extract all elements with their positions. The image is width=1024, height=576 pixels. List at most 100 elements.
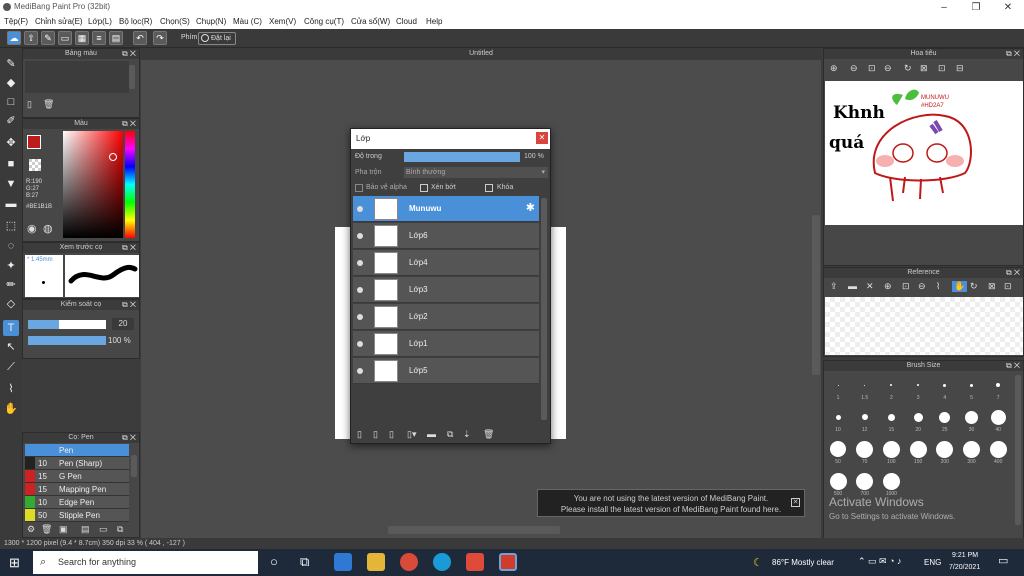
weather-text[interactable]: 86°F Mostly clear (772, 558, 834, 567)
menu-select[interactable]: Chọn(S) (160, 17, 190, 26)
layer-row[interactable]: Lớp6 (353, 223, 539, 249)
zalo-icon[interactable] (466, 553, 484, 571)
text-tool-icon[interactable]: T (3, 320, 19, 336)
layer-list-scrollbar[interactable] (541, 198, 547, 420)
palette-scrollbar[interactable] (129, 65, 135, 89)
layer-row[interactable]: Lớp5 (353, 358, 539, 384)
menu-cloud[interactable]: Cloud (396, 17, 417, 26)
brush-size-dot[interactable] (963, 440, 980, 458)
visibility-icon[interactable] (357, 233, 363, 239)
flip-icon[interactable]: ⊠ (920, 63, 928, 74)
brush-tool-icon[interactable]: ✎ (3, 56, 19, 72)
bucket-tool-icon[interactable]: ▼ (3, 176, 19, 192)
brush-size-dot[interactable] (856, 440, 874, 458)
reset-view-icon[interactable]: ⊡ (938, 63, 946, 74)
screen-icon[interactable]: ▭ (58, 31, 72, 45)
visibility-icon[interactable] (357, 287, 363, 293)
color-sv-picker[interactable] (63, 131, 123, 238)
medibang-taskbar-icon[interactable] (499, 553, 517, 571)
menu-window[interactable]: Cửa sổ(W) (351, 17, 390, 26)
layer-opacity-slider[interactable] (404, 152, 520, 162)
brush-size-dot[interactable] (913, 412, 923, 422)
brush-size-dot[interactable] (887, 413, 895, 421)
edge-icon[interactable] (433, 553, 451, 571)
eraser-tool-icon[interactable]: ◆ (3, 75, 19, 91)
color-picker-cursor[interactable] (109, 153, 117, 161)
visibility-icon[interactable] (357, 368, 363, 374)
add-brush-icon[interactable]: ⚙ (27, 524, 35, 535)
lasso-tool-icon[interactable]: ◌ (3, 238, 19, 254)
visibility-icon[interactable] (357, 314, 363, 320)
brush-list-scrollbar[interactable] (131, 455, 137, 477)
add-layer-menu-icon[interactable]: ▯▾ (407, 429, 416, 440)
layer-row[interactable]: Lớp3 (353, 277, 539, 303)
cortana-icon[interactable]: ○ (270, 554, 278, 569)
hue-slider[interactable] (125, 131, 135, 238)
new-halftone-layer-icon[interactable]: ▯ (373, 429, 378, 440)
brush-size-value[interactable]: 20 (112, 318, 134, 330)
brush-menu-icon[interactable]: ▣ (59, 524, 68, 535)
primary-color-swatch[interactable] (27, 135, 41, 149)
menu-filter[interactable]: Bộ lọc(R) (119, 17, 152, 26)
clock-time[interactable]: 9:21 PM (952, 552, 978, 559)
brush-list-item[interactable]: 10 Pen (Sharp) (25, 457, 129, 470)
menu-file[interactable]: Tệp(F) (4, 17, 28, 26)
brush-size-dot[interactable] (835, 414, 841, 420)
brush-list-item[interactable]: 15 Mapping Pen (25, 483, 129, 496)
delete-swatch-icon[interactable]: 🗑 (43, 99, 54, 110)
lock-checkbox[interactable] (485, 184, 493, 192)
brush-size-dot[interactable] (830, 441, 846, 457)
canvas-horizontal-scrollbar[interactable] (388, 526, 560, 534)
pen-tool-icon[interactable]: ✐ (3, 113, 19, 129)
eyedropper-icon[interactable]: ⌇ (936, 281, 940, 292)
brush-size-dot[interactable] (909, 440, 927, 458)
grid-icon[interactable]: ▦ (75, 31, 89, 45)
menu-tools[interactable]: Công cụ(T) (304, 17, 344, 26)
fill-rect-tool-icon[interactable]: ■ (3, 156, 19, 172)
notice-close-icon[interactable]: ✕ (791, 498, 800, 507)
menu-layer[interactable]: Lớp(L) (88, 17, 112, 26)
close-button[interactable]: ✕ (998, 1, 1018, 14)
duplicate-layer-icon[interactable]: ⧉ (447, 429, 453, 440)
import-icon[interactable]: ⇪ (830, 281, 838, 292)
maximize-button[interactable]: ❐ (966, 1, 986, 14)
gradient-tool-icon[interactable]: ▬ (3, 196, 19, 212)
rotate-icon[interactable]: ↻ (904, 63, 912, 74)
brush-list-item[interactable]: 10 Edge Pen (25, 496, 129, 509)
select-tool-icon[interactable]: ⬚ (3, 218, 19, 234)
protect-alpha-checkbox[interactable] (355, 184, 363, 192)
brush-size-dot[interactable] (965, 410, 978, 424)
flip-icon[interactable]: ⊠ (988, 281, 996, 292)
remove-icon[interactable]: ✕ (866, 281, 874, 292)
layer-row[interactable]: Munuwu ✱ (353, 196, 539, 222)
blend-mode-select[interactable]: Bình thường ▾ (404, 167, 548, 178)
brush-import-icon[interactable]: ⧉ (117, 524, 123, 535)
comment-icon[interactable]: ✎ (41, 31, 55, 45)
zoom-out-icon[interactable]: ⊖ (918, 281, 926, 292)
menu-color[interactable]: Màu (C) (233, 17, 262, 26)
tray-icons[interactable]: ⌃ ▭ ✉ ◔ ♪ (858, 556, 902, 567)
redo-icon[interactable]: ↷ (153, 31, 167, 45)
canvas-tab[interactable]: Untitled (141, 48, 821, 60)
close-icon[interactable]: ⧉ ✕ (1006, 268, 1020, 278)
delete-layer-icon[interactable]: 🗑 (483, 429, 494, 440)
brush-size-slider[interactable] (28, 320, 106, 329)
open-folder-icon[interactable]: ▬ (848, 281, 857, 291)
minimize-button[interactable]: – (934, 1, 954, 14)
brush-size-dot[interactable] (989, 440, 1007, 458)
windows-start-icon[interactable]: ⊞ (9, 555, 20, 571)
close-icon[interactable]: ⧉ ✕ (122, 243, 136, 253)
close-icon[interactable]: ⧉ ✕ (122, 49, 136, 59)
layer-row[interactable]: Lớp1 (353, 331, 539, 357)
language-indicator[interactable]: ENG (924, 558, 941, 567)
reset-view-icon[interactable]: ⊡ (1004, 281, 1012, 292)
brush-size-dot[interactable] (970, 383, 973, 387)
brush-size-dot[interactable] (917, 384, 920, 386)
upload-icon[interactable]: ⇧ (24, 31, 38, 45)
close-icon[interactable]: ⧉ ✕ (122, 119, 136, 129)
close-icon[interactable]: ⧉ ✕ (122, 433, 136, 443)
brush-size-dot[interactable] (856, 472, 874, 490)
brush-size-dot[interactable] (990, 409, 1006, 425)
new-8bit-layer-icon[interactable]: ▯ (389, 429, 394, 440)
brush-copy-icon[interactable]: ▭ (99, 524, 108, 535)
